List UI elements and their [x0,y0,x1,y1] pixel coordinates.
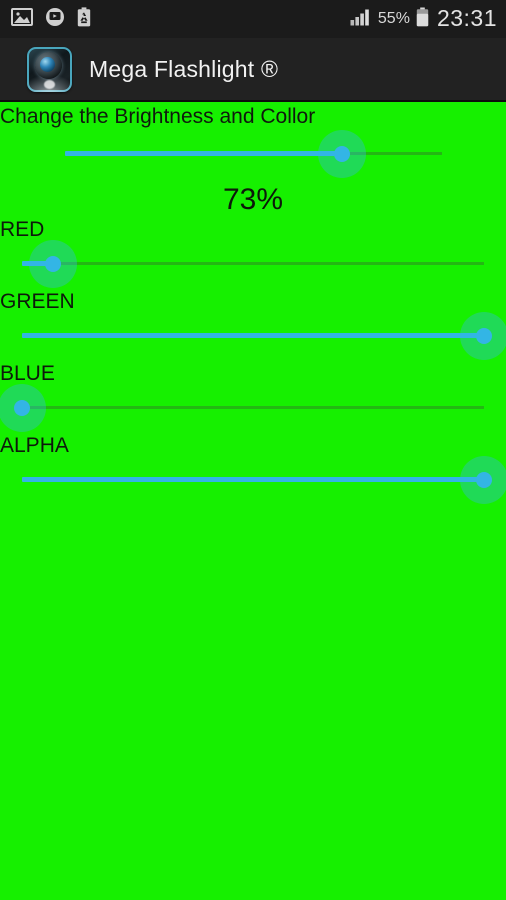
green-slider-thumb[interactable] [460,312,506,360]
brightness-slider-fill [65,151,343,156]
status-bar-system-icons: 55% 23:31 [350,4,497,32]
brightness-slider[interactable] [65,130,442,178]
app-title: Mega Flashlight ® [89,55,279,82]
green-slider[interactable] [22,312,506,360]
action-bar: Mega Flashlight ® [0,38,506,102]
blue-slider-track [22,406,484,409]
main-content: Change the Brightness and Collor 73% RED… [0,104,506,900]
blue-slider-label: BLUE [0,362,55,385]
green-slider-fill [22,333,484,338]
red-slider-thumb[interactable] [28,240,77,288]
clock-label: 23:31 [436,4,497,31]
signal-bars-icon [350,8,372,31]
blue-slider[interactable] [0,384,484,432]
blue-slider-thumb[interactable] [0,384,46,432]
status-bar-notification-icons [11,6,91,32]
red-slider[interactable] [22,240,484,288]
flashlight-app-icon [27,46,72,92]
green-slider-label: GREEN [0,290,75,313]
red-slider-track [22,262,484,265]
brightness-slider-thumb[interactable] [318,130,367,178]
app-screen: 55% 23:31 Mega Flashlight ® Change the B… [0,0,506,900]
alpha-slider-label: ALPHA [0,434,69,457]
battery-saver-icon [77,6,91,32]
battery-percent-label: 55% [377,10,410,27]
battery-icon [416,7,429,32]
screen-recorder-icon [45,7,65,32]
red-slider-label: RED [0,218,45,241]
status-bar: 55% 23:31 [0,0,506,38]
image-icon [11,7,33,31]
alpha-slider-fill [22,477,484,482]
section-title: Change the Brightness and Collor [0,105,316,128]
alpha-slider-thumb[interactable] [460,456,506,504]
alpha-slider[interactable] [22,456,506,504]
brightness-percent-label: 73% [222,183,284,216]
